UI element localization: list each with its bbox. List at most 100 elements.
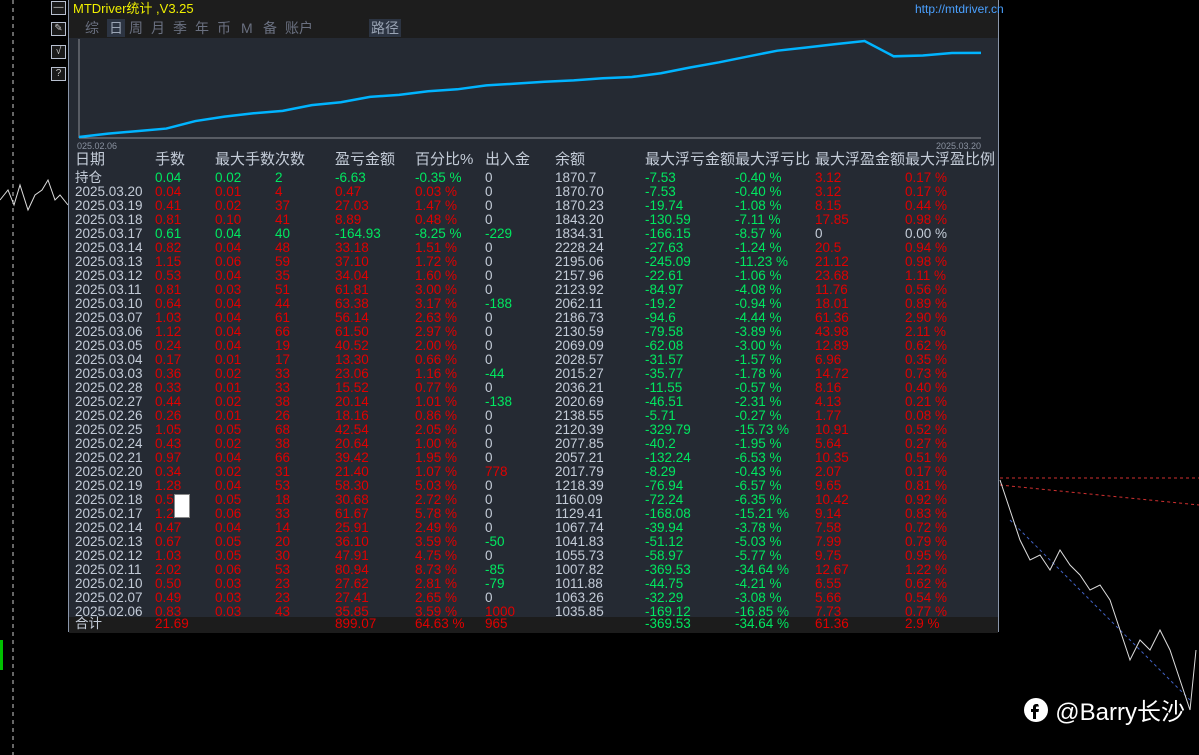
help-button[interactable]: ? xyxy=(51,67,66,81)
cell-col-0: 2025.03.06 xyxy=(75,324,143,339)
cell-col-9: -4.08 % xyxy=(735,282,782,297)
table-row: 2025.03.10 0.64 0.04 44 63.38 3.17 % -188 2062.… xyxy=(69,297,998,311)
cell-col-11: 0.44 % xyxy=(905,198,948,213)
cell-col-5: 2.72 % xyxy=(415,492,458,507)
table-row: 2025.03.12 0.53 0.04 35 34.04 1.60 % 0 2157.96 -… xyxy=(69,269,998,283)
cell-col-9: -6.35 % xyxy=(735,492,782,507)
cell-col-6: 出入金 xyxy=(485,151,531,168)
cell-col-7: 1870.70 xyxy=(555,184,604,199)
minimize-button[interactable]: — xyxy=(51,1,66,15)
cell-col-2: 0.04 xyxy=(215,450,242,465)
facebook-icon xyxy=(1024,697,1049,722)
cell-col-6: 0 xyxy=(485,520,493,535)
cell-col-3: 33 xyxy=(275,380,291,395)
cell-col-5: 3.17 % xyxy=(415,296,458,311)
tab-8[interactable]: 备 xyxy=(261,19,279,37)
table-row: 2025.02.25 1.05 0.05 68 42.54 2.05 % 0 2120.39 -… xyxy=(69,423,998,437)
cell-col-2: 最大手数 xyxy=(215,151,276,168)
cell-col-3: 26 xyxy=(275,408,291,423)
cell-col-5: 1.51 % xyxy=(415,240,458,255)
tab-7[interactable]: M xyxy=(239,19,255,37)
cell-col-4: 8.89 xyxy=(335,212,362,227)
cell-col-6: 0 xyxy=(485,198,493,213)
cell-col-4: 37.10 xyxy=(335,254,369,269)
cell-col-6: 0 xyxy=(485,478,493,493)
cell-col-8: -31.57 xyxy=(645,352,684,367)
cell-col-8: -72.24 xyxy=(645,492,684,507)
equity-chart: 025.02.06 2025.03.20 xyxy=(77,39,982,151)
cell-col-10: 8.16 xyxy=(815,380,842,395)
cell-col-0: 2025.02.17 xyxy=(75,506,143,521)
cell-col-1: 0.04 xyxy=(155,184,182,199)
cell-col-5: 3.59 % xyxy=(415,534,458,549)
table-row: 2025.02.14 0.47 0.04 14 25.91 2.49 % 0 1067.74 -… xyxy=(69,521,998,535)
cell-col-9: -1.57 % xyxy=(735,352,782,367)
x-start-label: 025.02.06 xyxy=(77,141,117,151)
cell-col-2: 0.05 xyxy=(215,422,242,437)
tab-1[interactable]: 日 xyxy=(107,19,125,37)
cell-col-2: 0.01 xyxy=(215,408,242,423)
cell-col-0: 2025.02.24 xyxy=(75,436,143,451)
cell-col-11: 0.92 % xyxy=(905,492,948,507)
cell-col-3: 33 xyxy=(275,366,291,381)
cell-col-2: 0.02 xyxy=(215,198,242,213)
check-button[interactable]: √ xyxy=(51,45,66,59)
cell-col-4: 15.52 xyxy=(335,380,369,395)
tab-3[interactable]: 月 xyxy=(149,19,167,37)
cell-col-7: 2157.96 xyxy=(555,268,604,283)
tab-9[interactable]: 账户 xyxy=(283,19,315,37)
cell-col-6: 0 xyxy=(485,240,493,255)
cell-col-1: 0.81 xyxy=(155,282,182,297)
table-row: 持仓 0.04 0.02 2 -6.63 -0.35 % 0 1870.7 -7.53 -0.40… xyxy=(69,171,998,185)
cell-col-2: 0.03 xyxy=(215,576,242,591)
cell-col-0: 2025.03.18 xyxy=(75,212,143,227)
cell-col-6: 0 xyxy=(485,590,493,605)
cell-col-0: 2025.03.19 xyxy=(75,198,143,213)
cell-col-2: 0.03 xyxy=(215,590,242,605)
tab-4[interactable]: 季 xyxy=(171,19,189,37)
cell-col-2: 0.04 xyxy=(215,226,242,241)
website-link[interactable]: http://mtdriver.cn xyxy=(915,2,1004,16)
tab-0[interactable]: 综 xyxy=(83,19,101,37)
cell-col-1: 0.26 xyxy=(155,408,182,423)
cell-col-4: 61.50 xyxy=(335,324,369,339)
cell-col-2: 0.04 xyxy=(215,268,242,283)
cell-col-0: 2025.02.10 xyxy=(75,576,143,591)
cell-col-6: 0 xyxy=(485,324,493,339)
cell-col-5: 1.95 % xyxy=(415,450,458,465)
tab-2[interactable]: 周 xyxy=(127,19,145,37)
tab-6[interactable]: 币 xyxy=(215,19,233,37)
cell-col-0: 2025.03.14 xyxy=(75,240,143,255)
cell-col-2: 0.01 xyxy=(215,352,242,367)
cell-col-7: 1129.41 xyxy=(555,506,603,521)
cell-col-8: -369.53 xyxy=(645,616,691,631)
table-row: 2025.02.26 0.26 0.01 26 18.16 0.86 % 0 2138.55 -… xyxy=(69,409,998,423)
cell-col-11: 0.51 % xyxy=(905,450,948,465)
cell-col-1: 0.41 xyxy=(155,198,182,213)
cell-col-11: 2.11 % xyxy=(905,324,947,339)
cell-col-11: 0.40 % xyxy=(905,380,948,395)
edit-button[interactable]: ✎ xyxy=(51,22,66,36)
cell-col-8: -44.75 xyxy=(645,576,684,591)
tab-5[interactable]: 年 xyxy=(193,19,211,37)
cell-col-5: 1.16 % xyxy=(415,366,458,381)
x-end-label: 2025.03.20 xyxy=(936,141,981,151)
table-row: 2025.02.27 0.44 0.02 38 20.14 1.01 % -138 2020.… xyxy=(69,395,998,409)
cell-col-10: 11.76 xyxy=(815,282,848,297)
table-row: 2025.03.13 1.15 0.06 59 37.10 1.72 % 0 2195.06 -… xyxy=(69,255,998,269)
cell-col-3: 40 xyxy=(275,226,291,241)
cell-col-8: -27.63 xyxy=(645,240,684,255)
cell-col-4: -164.93 xyxy=(335,226,381,241)
cell-col-6: 0 xyxy=(485,212,493,227)
cell-col-7: 2120.39 xyxy=(555,422,604,437)
cell-col-8: -130.59 xyxy=(645,212,691,227)
cell-col-6: 0 xyxy=(485,310,493,325)
cell-col-9: -0.57 % xyxy=(735,380,782,395)
tab-10[interactable]: 路径 xyxy=(369,19,401,37)
cell-col-10: 3.12 xyxy=(815,184,842,199)
cell-col-3: 44 xyxy=(275,296,291,311)
cell-col-4: 18.16 xyxy=(335,408,369,423)
cell-col-11: 0.72 % xyxy=(905,520,948,535)
cell-col-3: 23 xyxy=(275,590,291,605)
cell-col-4: 42.54 xyxy=(335,422,369,437)
